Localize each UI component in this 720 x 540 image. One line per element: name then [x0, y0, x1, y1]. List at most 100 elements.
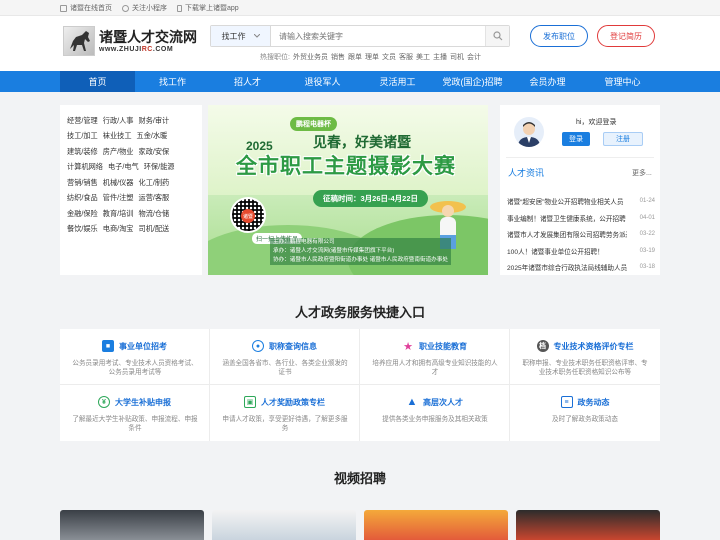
yen-icon: ¥ — [98, 396, 110, 408]
post-job-button[interactable]: 发布职位 — [530, 25, 588, 47]
briefcase-icon: ■ — [102, 340, 114, 352]
nav-membership[interactable]: 会员办理 — [510, 71, 585, 92]
banner-cup-label: 鹏程电器杯 — [290, 117, 337, 131]
miniapp-icon — [122, 4, 129, 12]
category-link[interactable]: 管件/注塑 — [103, 193, 134, 203]
news-item[interactable]: 事业编制！诸暨卫生健康系统，公开招聘 04-01 — [507, 210, 655, 227]
category-link[interactable]: 教育/培训 — [103, 209, 134, 219]
category-link[interactable]: 化工/制药 — [139, 178, 170, 188]
site-logo[interactable]: 诸暨人才交流网 www.ZHUJIRC.COM — [63, 26, 197, 56]
search-bar: 找工作 — [210, 25, 510, 47]
topbar-miniapp-link[interactable]: 关注小程序 — [122, 3, 167, 13]
register-resume-button[interactable]: 登记简历 — [597, 25, 655, 47]
service-card[interactable]: ★ 职业技能教育 培养应用人才和拥有高级专业知识技能的人才 — [360, 329, 510, 385]
video-thumbnail[interactable] — [60, 510, 204, 540]
site-url: www.ZHUJIRC.COM — [99, 45, 174, 53]
news-more-link[interactable]: 更多... — [632, 168, 652, 178]
category-link[interactable]: 物流/仓储 — [139, 209, 170, 219]
divider — [506, 157, 654, 158]
nav-recruit[interactable]: 招人才 — [210, 71, 285, 92]
service-card[interactable]: ▲ 高层次人才 提供各类业务申报服务及其相关政策 — [360, 385, 510, 441]
top-bar: 诸暨在线首页 关注小程序 下载掌上诸暨app — [0, 0, 720, 16]
category-link[interactable]: 家政/安保 — [139, 147, 170, 157]
category-link[interactable]: 纺织/食品 — [67, 193, 98, 203]
search-category-select[interactable]: 找工作 — [211, 26, 271, 46]
banner-headline: 全市职工主题摄影大赛 — [236, 155, 456, 178]
news-item[interactable]: 诸暨“超安居”物业公开招聘物业相关人员 01-24 — [507, 193, 655, 210]
category-link[interactable]: 建筑/装修 — [67, 147, 98, 157]
phone-icon — [177, 4, 182, 12]
search-button[interactable] — [485, 26, 509, 46]
nav-home[interactable]: 首页 — [60, 71, 135, 92]
category-link[interactable]: 袜业技工 — [103, 131, 132, 141]
star-icon: ★ — [402, 340, 414, 353]
services-section-title: 人才政务服务快捷入口 — [294, 305, 425, 320]
category-link[interactable]: 司机/配送 — [139, 224, 170, 234]
login-news-panel: hi，欢迎登录 登录 注册 人才资讯 更多... 诸暨“超安居”物业公开招聘物业… — [500, 105, 660, 275]
nav-flexible-work[interactable]: 灵活用工 — [360, 71, 435, 92]
category-link[interactable]: 运营/客服 — [139, 193, 170, 203]
hot-position-link[interactable]: 销售 — [331, 52, 345, 62]
nav-admin[interactable]: 管理中心 — [585, 71, 660, 92]
hot-position-link[interactable]: 外贸业务员 — [293, 52, 328, 62]
hot-position-link[interactable]: 美工 — [416, 52, 430, 62]
news-icon: ≡ — [560, 396, 573, 408]
category-link[interactable]: 经营/管理 — [67, 116, 98, 126]
category-link[interactable]: 营销/销售 — [67, 178, 98, 188]
site-name: 诸暨人才交流网 — [99, 29, 197, 46]
topbar-download-link[interactable]: 下载掌上诸暨app — [177, 3, 239, 13]
badge-icon: ● — [252, 340, 264, 352]
login-button[interactable]: 登录 — [562, 132, 590, 146]
hot-position-link[interactable]: 会计 — [467, 52, 481, 62]
banner-slogan: 见春，好美诸暨 — [313, 135, 411, 151]
hot-position-link[interactable]: 主播 — [433, 52, 447, 62]
hot-position-link[interactable]: 理单 — [365, 52, 379, 62]
hot-position-link[interactable]: 客服 — [399, 52, 413, 62]
nav-find-job[interactable]: 找工作 — [135, 71, 210, 92]
video-thumbnail[interactable] — [364, 510, 508, 540]
search-input[interactable] — [271, 26, 485, 46]
nav-government-recruit[interactable]: 党政(国企)招聘 — [435, 71, 510, 92]
service-card[interactable]: ● 职称查询信息 涵盖全国各省市、各行业、各类企业颁发的证书 — [210, 329, 360, 385]
hot-positions: 热搜职位: 外贸业务员 销售 跟单 理单 文员 客服 美工 主播 司机 会计 — [260, 52, 481, 62]
hot-position-link[interactable]: 文员 — [382, 52, 396, 62]
category-link[interactable]: 行政/人事 — [103, 116, 134, 126]
register-button[interactable]: 注册 — [603, 132, 643, 146]
video-thumbnail[interactable] — [516, 510, 660, 540]
job-categories: 经营/管理 行政/人事 财务/审计 技工/加工 袜业技工 五金/水暖 建筑/装修 房产/物… — [60, 105, 202, 275]
topbar-home-link[interactable]: 诸暨在线首页 — [60, 3, 112, 13]
category-link[interactable]: 金融/保险 — [67, 209, 98, 219]
hot-position-link[interactable]: 司机 — [450, 52, 464, 62]
book-icon: 档 — [536, 340, 549, 352]
category-link[interactable]: 环保/能源 — [144, 162, 175, 172]
service-card[interactable]: ▣ 人才奖励政策专栏 申请人才政策，享受更好待遇，了解更多服务 — [210, 385, 360, 441]
gift-icon: ▣ — [244, 396, 256, 408]
category-link[interactable]: 房产/物业 — [103, 147, 134, 157]
service-card[interactable]: ■ 事业单位招考 公务员录用考试、专业技术人员资格考试、公务员录用考试等 — [60, 329, 210, 385]
category-link[interactable]: 五金/水暖 — [137, 131, 168, 141]
nav-veterans[interactable]: 退役军人 — [285, 71, 360, 92]
category-link[interactable]: 技工/加工 — [67, 131, 98, 141]
video-thumbnail[interactable] — [212, 510, 356, 540]
news-item[interactable]: 诸暨市人才发展集团有限公司招聘劳务派遣 03-22 — [507, 226, 655, 243]
video-list — [60, 510, 660, 540]
service-card[interactable]: 档专业技术资格评价专栏 职称申报、专业技术职务任职资格评审、专业技术职务任职资格… — [510, 329, 660, 385]
greeting-text: hi，欢迎登录 — [576, 119, 617, 126]
category-link[interactable]: 财务/审计 — [139, 116, 170, 126]
video-section-title: 视频招聘 — [333, 471, 386, 486]
home-icon — [60, 4, 67, 12]
news-item[interactable]: 2025年诸暨市综合行政执法局线辅助人员 03-18 — [507, 259, 655, 276]
promo-banner[interactable]: 鹏程电器杯 2025 见春，好美诸暨 全市职工主题摄影大赛 征稿时间：3月26日… — [208, 105, 488, 275]
avatar — [514, 117, 544, 147]
news-item[interactable]: 100人！诸暨事业单位公开招聘！ 03-19 — [507, 243, 655, 260]
hot-position-link[interactable]: 跟单 — [348, 52, 362, 62]
search-icon — [492, 31, 502, 41]
service-card[interactable]: ¥ 大学生补贴申报 了解最近大学生补贴政策、申报流程、申报条件 — [60, 385, 210, 441]
category-link[interactable]: 机械/仪器 — [103, 178, 134, 188]
category-link[interactable]: 计算机网络 — [67, 162, 103, 172]
category-link[interactable]: 电子/电气 — [108, 162, 139, 172]
graduation-cap-icon: ▲ — [406, 396, 418, 408]
service-card[interactable]: ≡ 政务动态 及时了解政务政策动态 — [510, 385, 660, 441]
category-link[interactable]: 电商/淘宝 — [103, 224, 134, 234]
category-link[interactable]: 餐饮/娱乐 — [67, 224, 98, 234]
